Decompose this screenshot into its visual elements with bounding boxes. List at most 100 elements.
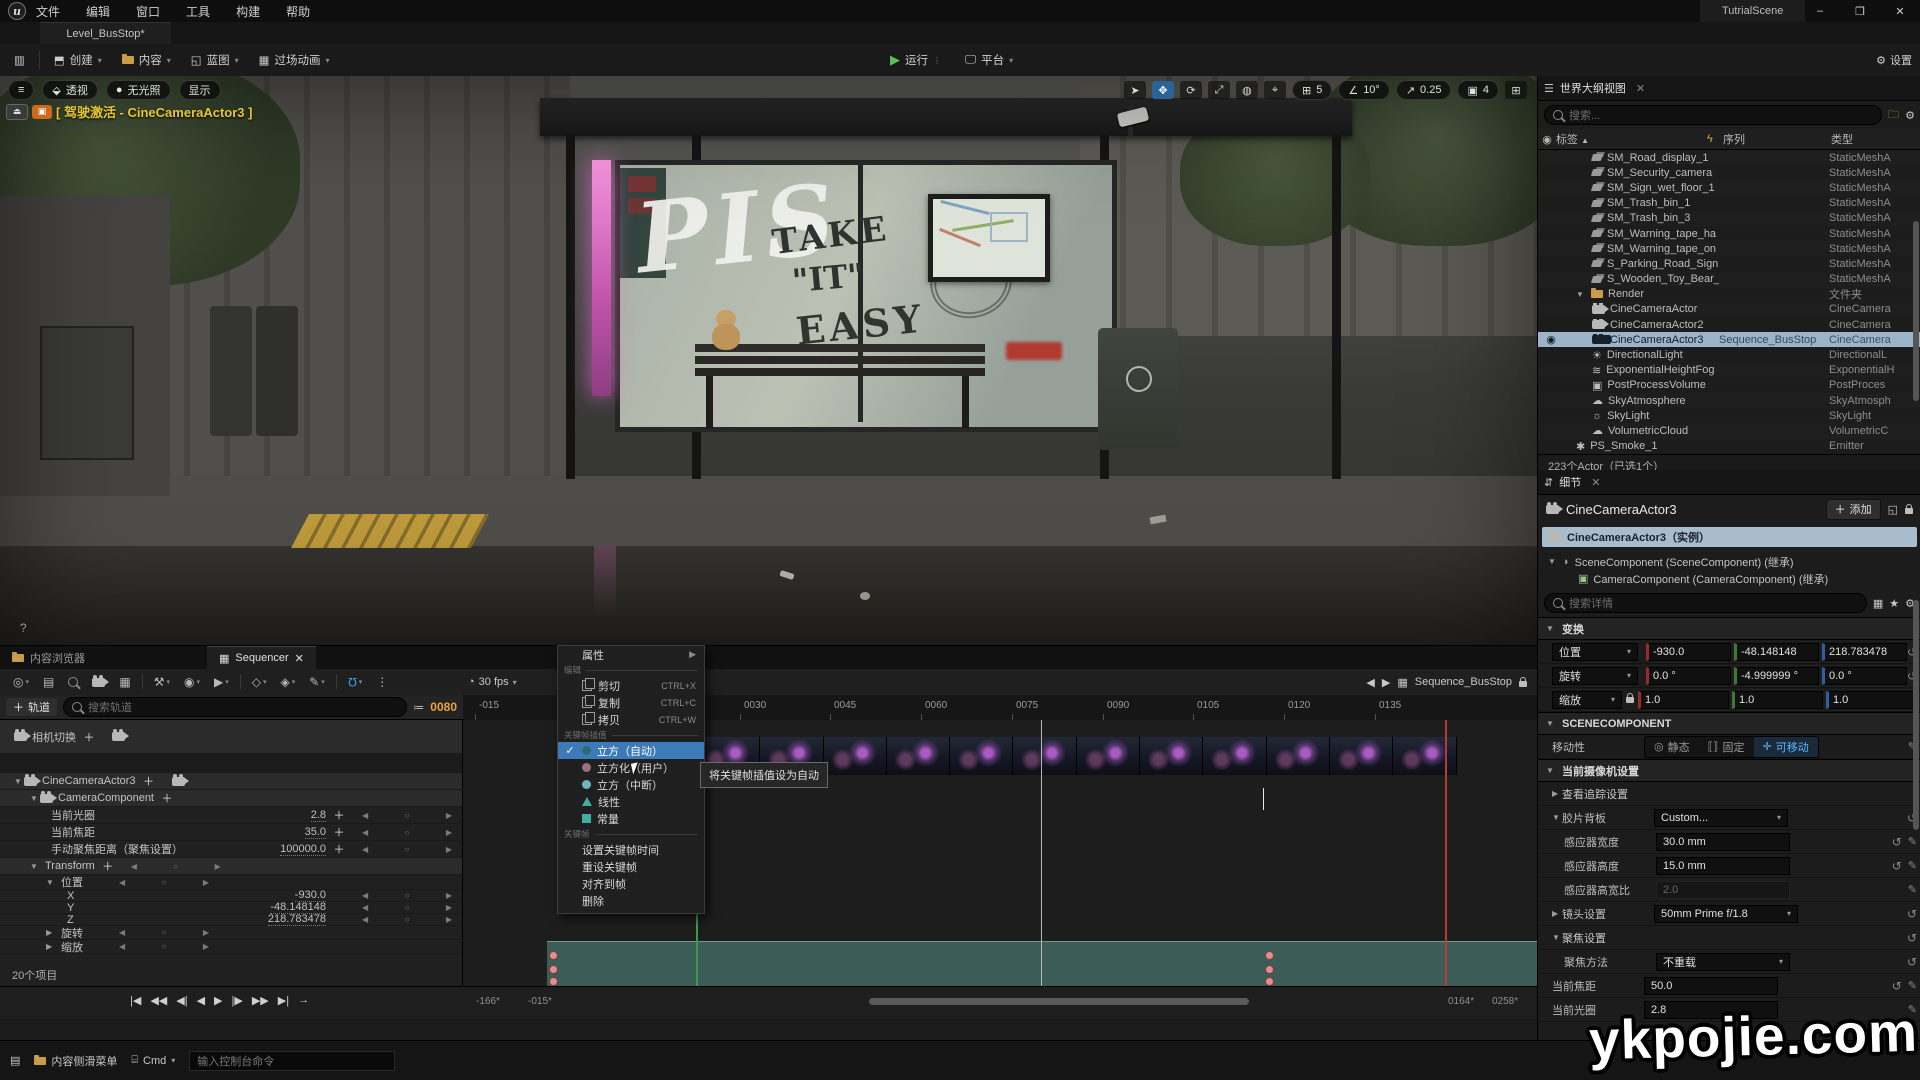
outliner-row[interactable]: ▣PostProcessVolumePostProces xyxy=(1538,378,1920,393)
lens-dropdown[interactable]: 50mm Prime f/1.8▾ xyxy=(1654,905,1798,923)
console-input[interactable]: 输入控制台命令 xyxy=(189,1051,395,1071)
next-key-icon[interactable]: ▶ xyxy=(203,928,209,937)
render-movie-button[interactable]: ▦ xyxy=(119,675,130,689)
lock-icon[interactable] xyxy=(1905,508,1913,514)
outliner-tab[interactable]: 世界大纲视图 xyxy=(1560,80,1626,96)
add-key-icon[interactable]: ○ xyxy=(162,878,167,887)
keyframe-dot[interactable] xyxy=(1265,977,1274,986)
outliner-settings-icon[interactable]: ⚙ xyxy=(1905,109,1915,122)
view-mode-button[interactable]: ⬙透视 xyxy=(42,80,97,100)
next-key-icon[interactable]: ▶ xyxy=(446,811,452,820)
sensor-width-brush-icon[interactable]: ✎ xyxy=(1908,835,1917,848)
lighting-mode-button[interactable]: ●无光照 xyxy=(106,80,171,100)
prev-key-icon[interactable]: ◀ xyxy=(119,942,125,951)
search-button[interactable] xyxy=(68,677,78,687)
prev-key-icon[interactable]: ◀ xyxy=(362,915,368,924)
next-key-icon[interactable]: ▶ xyxy=(446,915,452,924)
camera-speed-control[interactable]: ▣4 xyxy=(1457,80,1499,100)
blueprint-button[interactable]: ◱蓝图▾ xyxy=(181,47,249,73)
add-track-button[interactable]: ＋轨道 xyxy=(6,698,57,716)
keyframe-dot[interactable] xyxy=(1265,965,1274,974)
scale-z-field[interactable]: 1.0 xyxy=(1826,691,1917,709)
focus-method-dropdown[interactable]: 不重载▾ xyxy=(1656,953,1790,971)
filmback-dropdown[interactable]: Custom...▾ xyxy=(1654,809,1788,827)
keyframe-dot[interactable] xyxy=(549,977,558,986)
more-options-button[interactable]: ⋮ xyxy=(376,675,388,689)
add-key-icon[interactable]: ○ xyxy=(162,928,167,937)
track-caret-icon[interactable]: ▶ xyxy=(46,928,56,937)
add-key-icon[interactable]: ○ xyxy=(405,903,410,912)
playhead[interactable]: 0080 xyxy=(1041,720,1042,986)
rotation-z-field[interactable]: 0.0 ° xyxy=(1822,667,1907,685)
menu-item-构建[interactable]: 构建 xyxy=(236,3,260,20)
menu-item-设置关键帧时间[interactable]: 设置关键帧时间 xyxy=(558,841,704,858)
content-drawer-button[interactable]: 内容侧滑菜单 xyxy=(34,1053,117,1069)
pinned-column-icon[interactable]: ϟ xyxy=(1707,133,1723,145)
rotation-dropdown[interactable]: 旋转▾ xyxy=(1552,667,1638,685)
output-log-icon[interactable]: ▤ xyxy=(10,1054,20,1067)
menu-item-剪切[interactable]: 剪切CTRL+X xyxy=(558,677,704,694)
tab-content-browser[interactable]: 内容浏览器 xyxy=(0,647,97,669)
next-key-icon[interactable]: ▶ xyxy=(203,878,209,887)
expand-caret-icon[interactable]: ▼ xyxy=(1576,290,1586,299)
create-button[interactable]: ⬒创建▾ xyxy=(44,47,112,73)
focal-length-brush-icon[interactable]: ✎ xyxy=(1908,979,1917,992)
world-space-toggle[interactable]: ◍ xyxy=(1236,81,1258,99)
range-label[interactable]: 0258* xyxy=(1492,996,1518,1007)
menu-item-帮助[interactable]: 帮助 xyxy=(286,3,310,20)
transport-button[interactable]: ▶ xyxy=(214,994,222,1007)
nav-back-icon[interactable]: ◀ xyxy=(1366,676,1374,689)
save-button[interactable]: ▥ xyxy=(4,47,35,73)
add-key-icon[interactable]: ○ xyxy=(405,845,410,854)
transport-button[interactable]: ◀ xyxy=(197,994,205,1007)
minimize-button[interactable]: – xyxy=(1800,0,1840,22)
add-key-icon[interactable]: ○ xyxy=(173,862,178,871)
outliner-search-input[interactable]: 搜索... xyxy=(1544,105,1882,125)
menu-item-常量[interactable]: 常量 xyxy=(558,810,704,827)
grid-snap-control[interactable]: ⊞5 xyxy=(1292,80,1332,100)
sequence-column[interactable]: 序列 xyxy=(1723,131,1831,147)
transport-button[interactable]: ▶| xyxy=(278,994,289,1007)
menu-item-重设关键帧[interactable]: 重设关键帧 xyxy=(558,858,704,875)
transport-button[interactable]: → xyxy=(298,994,309,1007)
current-frame-field[interactable]: 0080 xyxy=(430,700,457,714)
favorites-icon[interactable]: ★ xyxy=(1889,597,1899,610)
menu-item-线性[interactable]: 线性 xyxy=(558,793,704,810)
focal-length-field[interactable]: 50.0 xyxy=(1644,977,1778,995)
rotation-snap-control[interactable]: ∠10° xyxy=(1338,80,1390,100)
track-value-field[interactable]: 218.783478 xyxy=(268,913,326,926)
track-row[interactable]: 手动聚焦距离（聚焦设置）100000.0＋◀○▶ xyxy=(0,841,462,858)
range-label[interactable]: 0164* xyxy=(1448,996,1474,1007)
scale-tool[interactable]: ⤢ xyxy=(1208,81,1230,99)
sensor-aspect-brush-icon[interactable]: ✎ xyxy=(1908,883,1917,896)
scale-y-field[interactable]: 1.0 xyxy=(1732,691,1823,709)
camera-component-row[interactable]: ▣ CameraComponent (CameraComponent) (继承) xyxy=(1548,570,1920,587)
rotation-y-field[interactable]: -4.999999 ° xyxy=(1734,667,1819,685)
curve-editor-button[interactable]: ✎▾ xyxy=(309,675,325,689)
mobility-static[interactable]: ◎静态 xyxy=(1645,737,1699,757)
track-row[interactable]: ▶缩放◀○▶ xyxy=(0,940,462,954)
scale-snap-control[interactable]: ↗0.25 xyxy=(1396,80,1452,100)
next-key-icon[interactable]: ▶ xyxy=(446,891,452,900)
track-caret-icon[interactable]: ▼ xyxy=(14,777,24,786)
section-end-marker[interactable] xyxy=(1445,720,1447,986)
help-icon[interactable]: ? xyxy=(20,621,27,635)
menu-item-复制[interactable]: 复制CTRL+C xyxy=(558,694,704,711)
pilot-camera-icon[interactable]: ▣ xyxy=(32,105,52,119)
menu-item-拷贝[interactable]: 拷贝CTRL+W xyxy=(558,711,704,728)
viewport[interactable]: PISTAKE"IT"EASY ≡ ⬙透视 ●无光照 显示 ➤ ✥ ⟳ ⤢ ◍ … xyxy=(0,76,1537,645)
prev-key-icon[interactable]: ◀ xyxy=(119,928,125,937)
outliner-row[interactable]: ▼Render文件夹 xyxy=(1538,287,1920,302)
outliner-row[interactable]: SM_Warning_tape_haStaticMeshA xyxy=(1538,226,1920,241)
next-key-icon[interactable]: ▶ xyxy=(446,828,452,837)
outliner-row[interactable]: ☁VolumetricCloudVolumetricC xyxy=(1538,423,1920,438)
settings-button[interactable]: ⚙设置 xyxy=(1876,44,1912,76)
outliner-row[interactable]: ☁SkyAtmosphereSkyAtmosph xyxy=(1538,393,1920,408)
snap-magnet-button[interactable]: Ω▾ xyxy=(348,675,363,689)
scene-title-tab[interactable]: TutrialScene xyxy=(1700,0,1805,22)
transport-button[interactable]: ▶▶ xyxy=(252,994,269,1007)
level-tab[interactable]: Level_BusStop* xyxy=(40,22,171,45)
mobility-stationary[interactable]: ⟦⟧固定 xyxy=(1699,737,1754,757)
details-tab[interactable]: 细节 xyxy=(1559,474,1581,490)
outliner-scrollbar[interactable] xyxy=(1913,221,1919,401)
